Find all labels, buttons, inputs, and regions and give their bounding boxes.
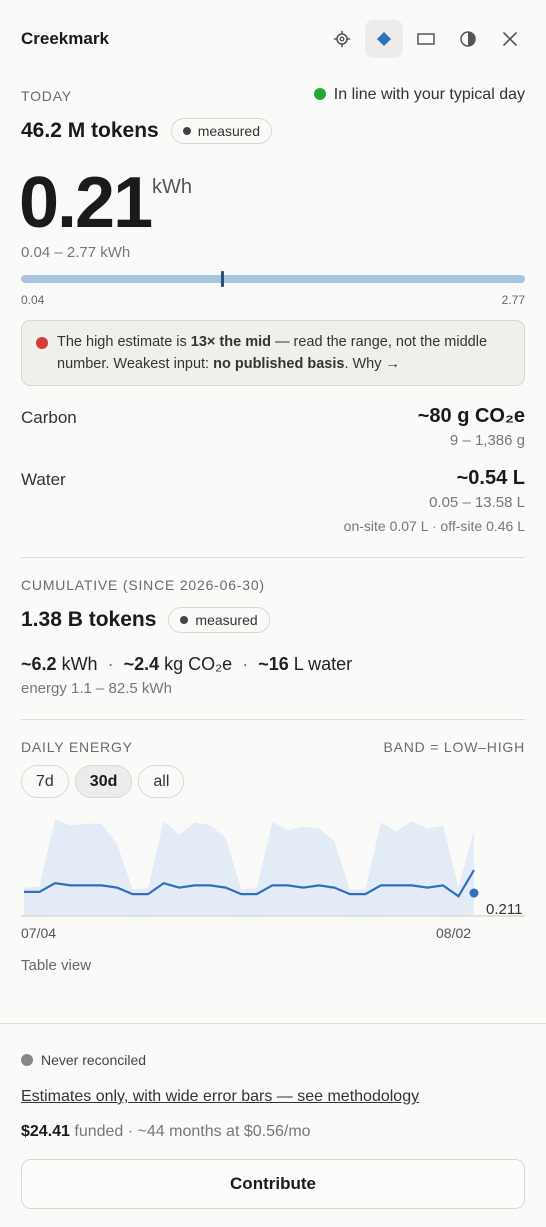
- daily-energy-chart: [21, 819, 525, 917]
- cumulative-measured-badge: measured: [168, 607, 270, 633]
- measured-badge-text: measured: [197, 123, 260, 139]
- water-range: 0.05 – 13.58 L: [429, 494, 525, 511]
- energy-range: 0.04 – 2.77 kWh: [21, 244, 131, 261]
- today-label: TODAY: [21, 88, 72, 104]
- cumulative-water-unit: L water: [293, 654, 353, 674]
- today-status: In line with your typical day: [313, 86, 525, 104]
- badge-dot-icon: [182, 127, 191, 135]
- section-divider: [21, 719, 525, 720]
- diamond-icon[interactable]: [365, 20, 403, 58]
- reconcile-status-text: Never reconciled: [41, 1052, 147, 1068]
- energy-band-area: [24, 819, 474, 916]
- energy-range-bar: [21, 271, 525, 287]
- band-legend: BAND = LOW–HIGH: [383, 739, 525, 755]
- high-estimate-callout[interactable]: The high estimate is 13× the mid — read …: [21, 320, 525, 386]
- energy-value: 0.21: [19, 163, 153, 243]
- x-start-label: 07/04: [21, 925, 57, 941]
- today-status-text: In line with your typical day: [333, 86, 525, 103]
- cumulative-tokens-row: 1.38 B tokens measured: [21, 607, 270, 633]
- tab-30d[interactable]: 30d: [74, 765, 133, 798]
- methodology-link[interactable]: Estimates only, with wide error bars — s…: [21, 1088, 419, 1106]
- section-divider: [21, 557, 525, 558]
- reconcile-status: Never reconciled: [21, 1052, 146, 1068]
- energy-unit: kWh: [152, 176, 192, 198]
- water-value: ~0.54 L: [456, 467, 525, 489]
- funded-amount: $24.41: [21, 1123, 70, 1140]
- funding-status: $24.41 funded · ~44 months at $0.56/mo: [21, 1123, 311, 1141]
- cumulative-badge-text: measured: [195, 612, 258, 628]
- tab-all[interactable]: all: [138, 765, 185, 798]
- today-tokens: 46.2 M tokens: [21, 119, 159, 142]
- cumulative-carbon-unit: kg CO₂e: [164, 654, 233, 674]
- range-tabs: 7d 30d all: [21, 765, 185, 798]
- range-mid-marker: [221, 271, 225, 287]
- separator: ·: [107, 654, 114, 674]
- gear-icon[interactable]: [323, 20, 361, 58]
- rectangle-icon[interactable]: [407, 20, 445, 58]
- app-title: Creekmark: [21, 29, 109, 48]
- header-toolbar: [323, 20, 529, 58]
- last-value-label: 0.211: [486, 901, 523, 918]
- daily-energy-label: DAILY ENERGY: [21, 739, 133, 755]
- funded-text: funded · ~44 months at $0.56/mo: [74, 1123, 311, 1140]
- cumulative-carbon: ~2.4: [123, 654, 160, 674]
- cumulative-energy: ~6.2: [21, 654, 57, 674]
- callout-ratio: 13× the mid: [190, 334, 271, 350]
- badge-dot-icon: [180, 616, 189, 624]
- cumulative-totals: ~6.2 kWh · ~2.4 kg CO₂e · ~16 L water: [21, 654, 352, 675]
- separator: ·: [242, 654, 249, 674]
- footer-divider: [0, 1023, 546, 1024]
- status-dot-icon: [313, 88, 326, 100]
- last-point-marker[interactable]: [469, 888, 479, 898]
- callout-text: The high estimate is: [57, 334, 191, 350]
- reconcile-dot-icon: [21, 1054, 33, 1066]
- close-icon[interactable]: [491, 20, 529, 58]
- contrast-icon[interactable]: [449, 20, 487, 58]
- warning-dot-icon: [36, 337, 48, 349]
- callout-weakest-input: no published basis: [213, 356, 345, 372]
- range-min: 0.04: [21, 293, 45, 307]
- carbon-label: Carbon: [21, 408, 77, 427]
- callout-why-link[interactable]: . Why →: [344, 356, 400, 372]
- x-end-label: 08/02: [436, 925, 472, 941]
- cumulative-energy-unit: kWh: [61, 654, 98, 674]
- measured-badge: measured: [170, 118, 272, 144]
- cumulative-water: ~16: [258, 654, 289, 674]
- app-header: Creekmark: [0, 0, 546, 78]
- cumulative-label: CUMULATIVE (SINCE 2026-06-30): [21, 577, 265, 593]
- cumulative-energy-range: energy 1.1 – 82.5 kWh: [21, 680, 172, 697]
- contribute-button[interactable]: Contribute: [21, 1159, 525, 1209]
- tab-7d[interactable]: 7d: [21, 765, 69, 798]
- table-view-link[interactable]: Table view: [21, 957, 91, 974]
- carbon-range: 9 – 1,386 g: [449, 432, 525, 449]
- water-breakdown: on-site 0.07 L · off-site 0.46 L: [343, 518, 525, 534]
- today-tokens-row: 46.2 M tokens measured: [21, 118, 272, 144]
- cumulative-tokens: 1.38 B tokens: [21, 608, 157, 631]
- range-max: 2.77: [501, 293, 525, 307]
- carbon-value: ~80 g CO₂e: [417, 405, 525, 427]
- water-label: Water: [21, 470, 66, 489]
